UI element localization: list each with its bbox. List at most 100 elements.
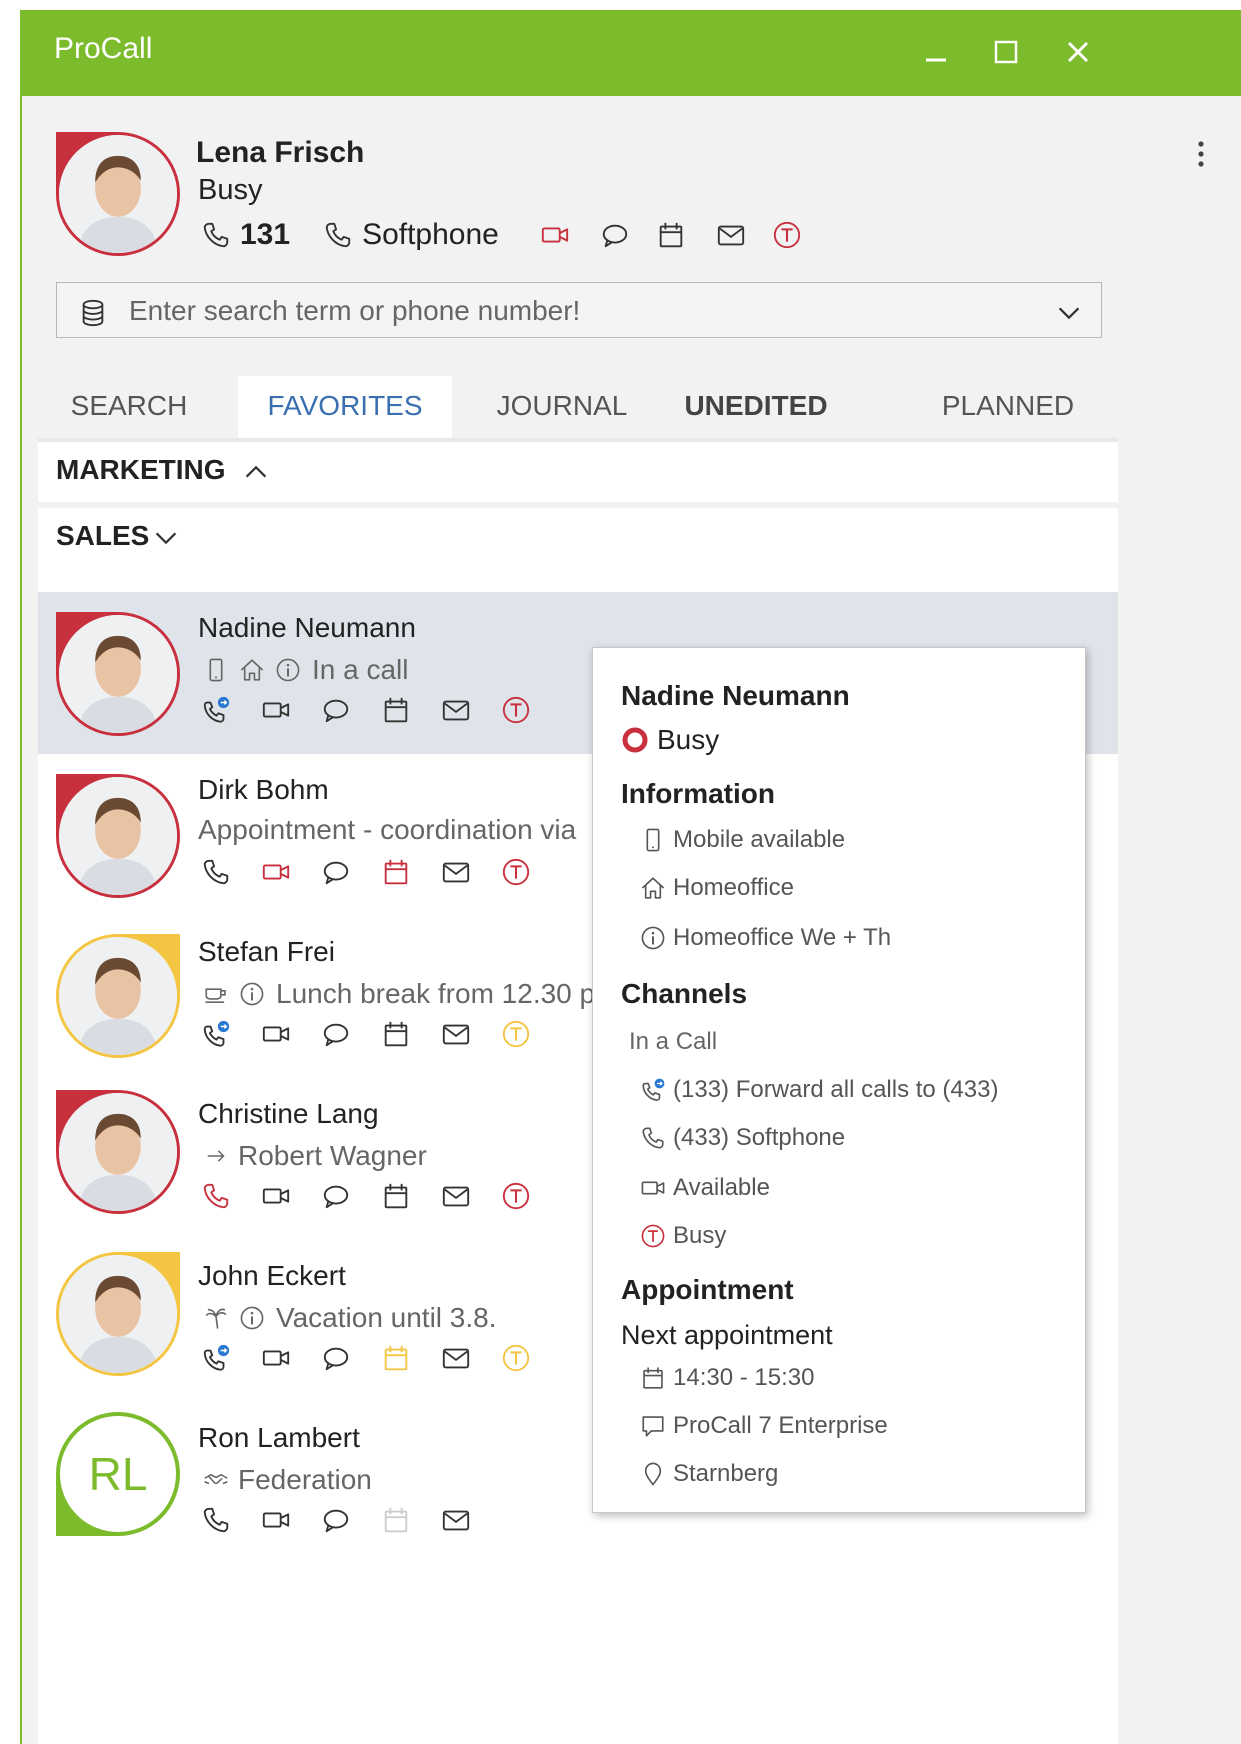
user-avatar[interactable]: [56, 132, 180, 256]
info-item: Homeoffice We + Th: [637, 922, 891, 954]
chat-icon[interactable]: [597, 217, 633, 253]
chat-icon[interactable]: [318, 1340, 354, 1376]
calendar-icon[interactable]: [378, 1016, 414, 1052]
tab-favorites[interactable]: FAVORITES: [238, 376, 452, 438]
close-button[interactable]: [1054, 30, 1102, 74]
user-extension: 131: [240, 218, 291, 251]
info-icon: [637, 922, 669, 954]
chevron-down-icon[interactable]: [1051, 295, 1087, 331]
minimize-button[interactable]: [912, 30, 960, 74]
search-box: [56, 282, 1102, 338]
teams-icon[interactable]: [498, 854, 534, 890]
contact-name: Nadine Neumann: [198, 612, 416, 643]
calendar-icon[interactable]: [653, 217, 689, 253]
chat-icon[interactable]: [318, 1502, 354, 1538]
busy-status-icon: [622, 727, 648, 753]
avatar[interactable]: [56, 612, 180, 736]
info-item: Homeoffice: [637, 872, 794, 904]
video-icon[interactable]: [258, 1340, 294, 1376]
teams-icon[interactable]: [498, 1016, 534, 1052]
phone-icon[interactable]: [198, 1502, 234, 1538]
calendar-icon[interactable]: [378, 854, 414, 890]
channel-item: Available: [637, 1172, 770, 1204]
teams-icon[interactable]: [498, 692, 534, 728]
contact-actions: [198, 854, 558, 890]
video-icon[interactable]: [258, 854, 294, 890]
chat-icon[interactable]: [318, 1178, 354, 1214]
mail-icon[interactable]: [438, 1016, 474, 1052]
contact-name: Dirk Bohm: [198, 774, 329, 805]
popup-contact-name: Nadine Neumann: [621, 680, 850, 711]
maximize-button[interactable]: [982, 30, 1030, 74]
palm-tree-icon: [198, 1300, 234, 1336]
phone-forward-icon[interactable]: [198, 692, 234, 728]
tab-journal[interactable]: JOURNAL: [478, 376, 646, 438]
video-icon[interactable]: [258, 1502, 294, 1538]
avatar[interactable]: RL: [56, 1412, 180, 1536]
speech-bubble-icon: [637, 1410, 669, 1442]
phone-icon[interactable]: [198, 854, 234, 890]
group-sales[interactable]: SALES: [38, 508, 1118, 568]
channel-text: (433) Softphone: [673, 1124, 846, 1151]
teams-icon[interactable]: [498, 1340, 534, 1376]
mail-icon[interactable]: [438, 692, 474, 728]
group-marketing[interactable]: MARKETING: [38, 442, 1118, 502]
user-device[interactable]: Softphone: [362, 218, 499, 252]
calendar-icon[interactable]: [378, 1340, 414, 1376]
avatar[interactable]: [56, 1252, 180, 1376]
maximize-icon: [994, 40, 1018, 64]
group-label: MARKETING: [56, 454, 226, 485]
appointment-item: 14:30 - 15:30: [637, 1362, 814, 1394]
home-icon: [234, 652, 270, 688]
chevron-up-icon[interactable]: [238, 454, 274, 490]
calendar-icon[interactable]: [378, 692, 414, 728]
channel-text: (133) Forward all calls to (433): [673, 1076, 999, 1103]
contact-info: Appointment - coordination via: [198, 814, 576, 846]
video-icon[interactable]: [258, 1178, 294, 1214]
phone-forward-icon[interactable]: [198, 1016, 234, 1052]
location-pin-icon: [637, 1458, 669, 1490]
phone-forward-icon[interactable]: [198, 1340, 234, 1376]
contact-status-text: Lunch break from 12.30 p: [276, 978, 596, 1009]
phone-icon[interactable]: [198, 217, 234, 253]
video-icon[interactable]: [537, 217, 573, 253]
chat-icon[interactable]: [318, 854, 354, 890]
avatar[interactable]: [56, 774, 180, 898]
search-input[interactable]: [127, 289, 1031, 333]
video-icon[interactable]: [258, 1016, 294, 1052]
contact-name: Christine Lang: [198, 1098, 379, 1129]
mail-icon[interactable]: [438, 1502, 474, 1538]
teams-icon[interactable]: [769, 217, 805, 253]
more-options-icon[interactable]: [1191, 136, 1211, 176]
tab-bar: SEARCH FAVORITES JOURNAL UNEDITED PLANNE…: [38, 376, 1118, 440]
appointment-time: 14:30 - 15:30: [673, 1364, 815, 1391]
phone-icon[interactable]: [198, 1178, 234, 1214]
softphone-icon[interactable]: [320, 217, 356, 253]
database-icon[interactable]: [75, 295, 111, 331]
popup-status: Busy: [621, 724, 719, 756]
video-icon[interactable]: [258, 692, 294, 728]
info-text: Homeoffice We + Th: [673, 924, 892, 951]
avatar[interactable]: [56, 1090, 180, 1214]
tab-planned[interactable]: PLANNED: [918, 376, 1098, 438]
chat-icon[interactable]: [318, 692, 354, 728]
mail-icon[interactable]: [438, 1178, 474, 1214]
channel-text: Available: [673, 1174, 770, 1201]
calendar-icon[interactable]: [378, 1178, 414, 1214]
mobile-icon: [198, 652, 234, 688]
user-status[interactable]: Busy: [198, 174, 262, 207]
channel-item: (133) Forward all calls to (433): [637, 1074, 998, 1106]
channels-subheading: In a Call: [629, 1028, 718, 1055]
contact-status-text: Robert Wagner: [238, 1140, 427, 1171]
avatar[interactable]: [56, 934, 180, 1058]
calendar-icon: [378, 1502, 414, 1538]
chevron-down-icon[interactable]: [148, 520, 184, 556]
mail-icon[interactable]: [438, 1340, 474, 1376]
tab-search[interactable]: SEARCH: [38, 376, 220, 438]
mail-icon[interactable]: [438, 854, 474, 890]
mail-icon[interactable]: [713, 217, 749, 253]
chat-icon[interactable]: [318, 1016, 354, 1052]
teams-icon[interactable]: [498, 1178, 534, 1214]
tab-unedited[interactable]: UNEDITED: [666, 376, 846, 438]
appointment-item: ProCall 7 Enterprise: [637, 1410, 888, 1442]
